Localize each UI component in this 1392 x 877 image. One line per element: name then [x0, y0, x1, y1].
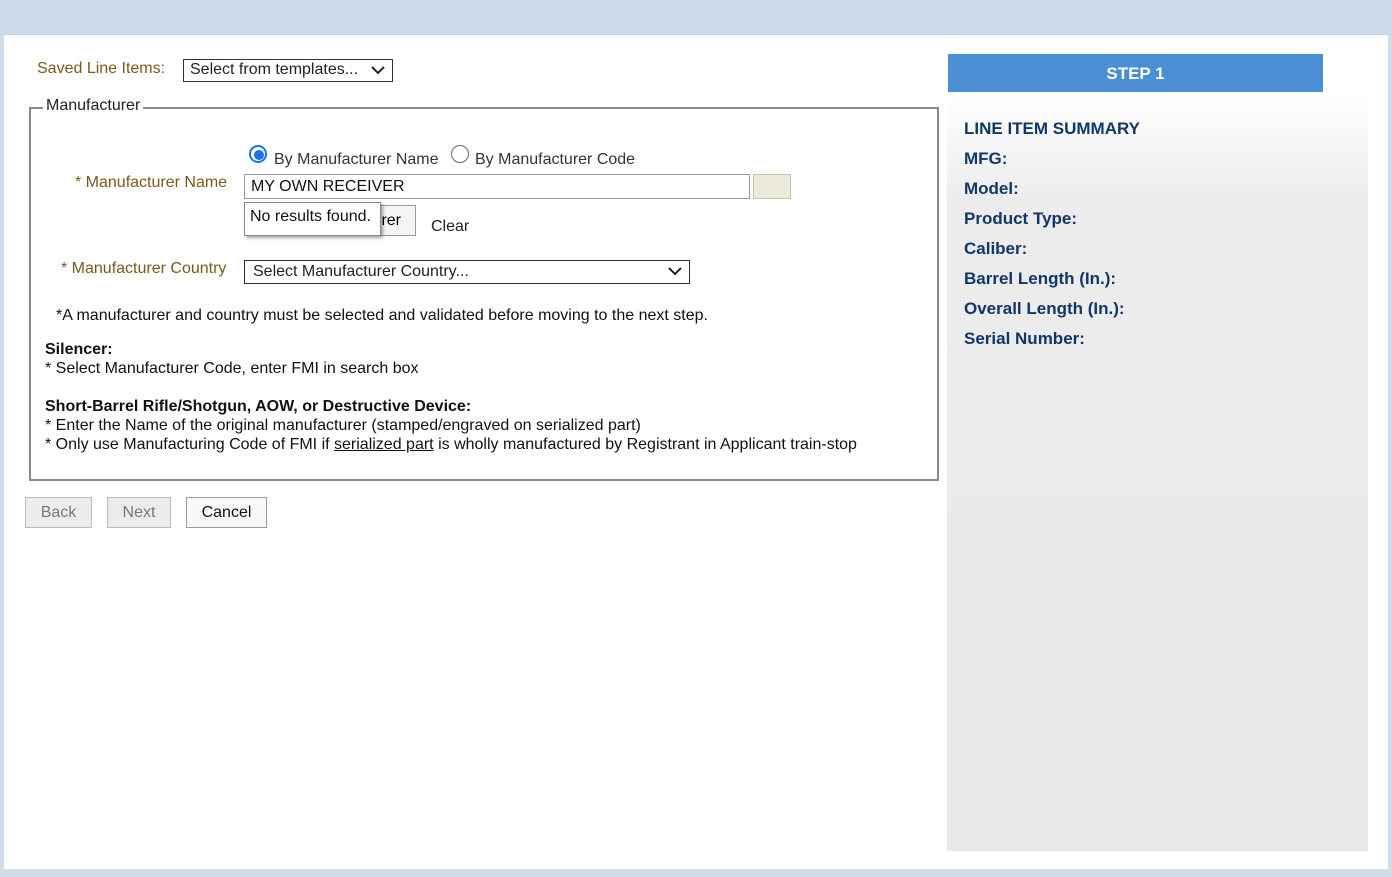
- back-button[interactable]: Back: [25, 497, 92, 528]
- summary-field-serial-number: Serial Number:: [964, 329, 1085, 348]
- summary-title: LINE ITEM SUMMARY: [964, 119, 1140, 138]
- silencer-heading: Silencer:: [45, 341, 113, 358]
- manufacturer-name-label: * Manufacturer Name: [75, 174, 228, 191]
- templates-select[interactable]: Select from templates...: [183, 59, 393, 82]
- summary-field-product-type: Product Type:: [964, 209, 1078, 228]
- cancel-button[interactable]: Cancel: [186, 497, 267, 528]
- sbr-note-2-prefix: * Only use Manufacturing Code of FMI if: [45, 436, 335, 453]
- no-results-tooltip: No results found.: [244, 202, 381, 236]
- summary-field-mfg: MFG:: [964, 149, 1008, 168]
- silencer-note: * Select Manufacturer Code, enter FMI in…: [45, 360, 419, 377]
- summary-field-caliber: Caliber:: [964, 239, 1028, 258]
- manufacturer-country-select[interactable]: Select Manufacturer Country...: [244, 260, 690, 284]
- validation-note: *A manufacturer and country must be sele…: [56, 307, 708, 324]
- back-button-label: Back: [40, 504, 77, 521]
- summary-field-barrel-length: Barrel Length (In.):: [964, 269, 1117, 288]
- search-manufacturer-button-label: rer: [381, 212, 401, 229]
- clear-link[interactable]: Clear: [431, 218, 469, 236]
- chevron-down-icon: [371, 66, 385, 75]
- next-button-label: Next: [122, 504, 156, 521]
- manufacturer-legend: Manufacturer: [43, 97, 144, 115]
- dialog-titlebar: [0, 0, 1392, 35]
- sbr-note-2: * Only use Manufacturing Code of FMI if …: [45, 436, 857, 454]
- next-button[interactable]: Next: [107, 497, 171, 528]
- radio-by-name-label[interactable]: By Manufacturer Name: [274, 151, 439, 169]
- saved-line-items-label: Saved Line Items:: [37, 60, 166, 77]
- manufacturer-country-label: * Manufacturer Country: [61, 260, 227, 277]
- sbr-note-2-suffix: is wholly manufactured by Registrant in …: [433, 436, 857, 453]
- serialized-part-link[interactable]: serialized part: [334, 436, 434, 453]
- radio-by-manufacturer-code[interactable]: [451, 145, 469, 163]
- radio-by-manufacturer-name[interactable]: [249, 145, 267, 163]
- step-header: STEP 1: [948, 54, 1323, 92]
- templates-select-value: Select from templates...: [190, 61, 359, 78]
- manufacturer-name-input[interactable]: MY OWN RECEIVER: [244, 174, 750, 199]
- summary-field-model: Model:: [964, 179, 1019, 198]
- cancel-button-label: Cancel: [201, 504, 252, 521]
- summary-field-overall-length: Overall Length (In.):: [964, 299, 1125, 318]
- sbr-heading: Short-Barrel Rifle/Shotgun, AOW, or Dest…: [45, 398, 472, 415]
- radio-by-code-label[interactable]: By Manufacturer Code: [475, 151, 635, 169]
- chevron-down-icon: [668, 267, 682, 276]
- sbr-note-1: * Enter the Name of the original manufac…: [45, 417, 641, 434]
- country-select-value: Select Manufacturer Country...: [253, 263, 469, 280]
- manufacturer-search-button[interactable]: [753, 174, 791, 199]
- radio-selected-dot: [254, 150, 264, 160]
